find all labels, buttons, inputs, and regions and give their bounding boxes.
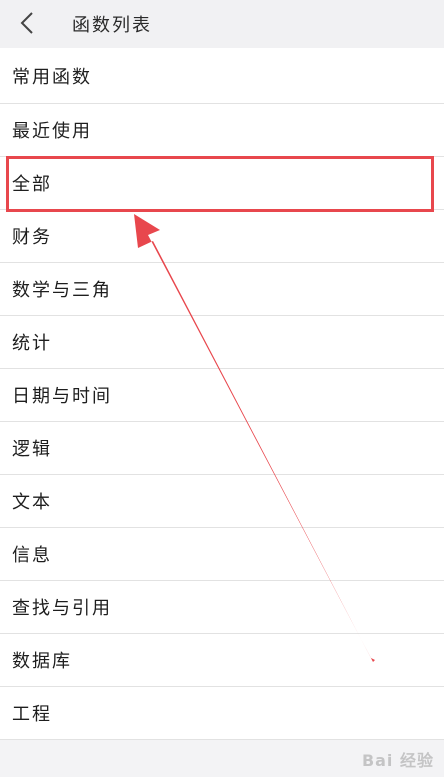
list-item-label: 最近使用 [12, 121, 92, 142]
list-item-common-functions[interactable]: 常用函数 [0, 48, 444, 104]
list-item-label: 全部 [12, 174, 52, 195]
list-item-all[interactable]: 全部 [0, 157, 444, 210]
list-item-logic[interactable]: 逻辑 [0, 422, 444, 475]
list-item-label: 工程 [12, 704, 52, 725]
page-title: 函数列表 [72, 15, 152, 36]
list-item-finance[interactable]: 财务 [0, 210, 444, 263]
list-item-label: 信息 [12, 545, 52, 566]
list-item-label: 日期与时间 [12, 386, 112, 407]
list-item-label: 常用函数 [12, 66, 92, 88]
list-item-label: 财务 [12, 227, 52, 248]
list-item-label: 数据库 [12, 651, 72, 672]
list-item-date-time[interactable]: 日期与时间 [0, 369, 444, 422]
watermark: Bai 经验 [361, 751, 434, 770]
list-item-math-trig[interactable]: 数学与三角 [0, 263, 444, 316]
list-item-label: 统计 [12, 333, 52, 354]
list-item-lookup-reference[interactable]: 查找与引用 [0, 581, 444, 634]
chevron-left-icon [20, 12, 33, 34]
list-item-database[interactable]: 数据库 [0, 634, 444, 687]
list-item-text[interactable]: 文本 [0, 475, 444, 528]
list-item-label: 逻辑 [12, 439, 52, 460]
header-bar: 函数列表 [0, 0, 444, 48]
list-item-engineering[interactable]: 工程 [0, 687, 444, 740]
list-item-label: 数学与三角 [12, 280, 112, 301]
back-button[interactable] [10, 6, 44, 40]
list-item-recently-used[interactable]: 最近使用 [0, 104, 444, 157]
list-item-label: 文本 [12, 492, 52, 513]
list-item-statistics[interactable]: 统计 [0, 316, 444, 369]
list-item-information[interactable]: 信息 [0, 528, 444, 581]
function-category-list: 常用函数 最近使用 全部 财务 数学与三角 统计 日期与时间 逻辑 文本 信息 … [0, 48, 444, 740]
list-item-label: 查找与引用 [12, 598, 112, 619]
